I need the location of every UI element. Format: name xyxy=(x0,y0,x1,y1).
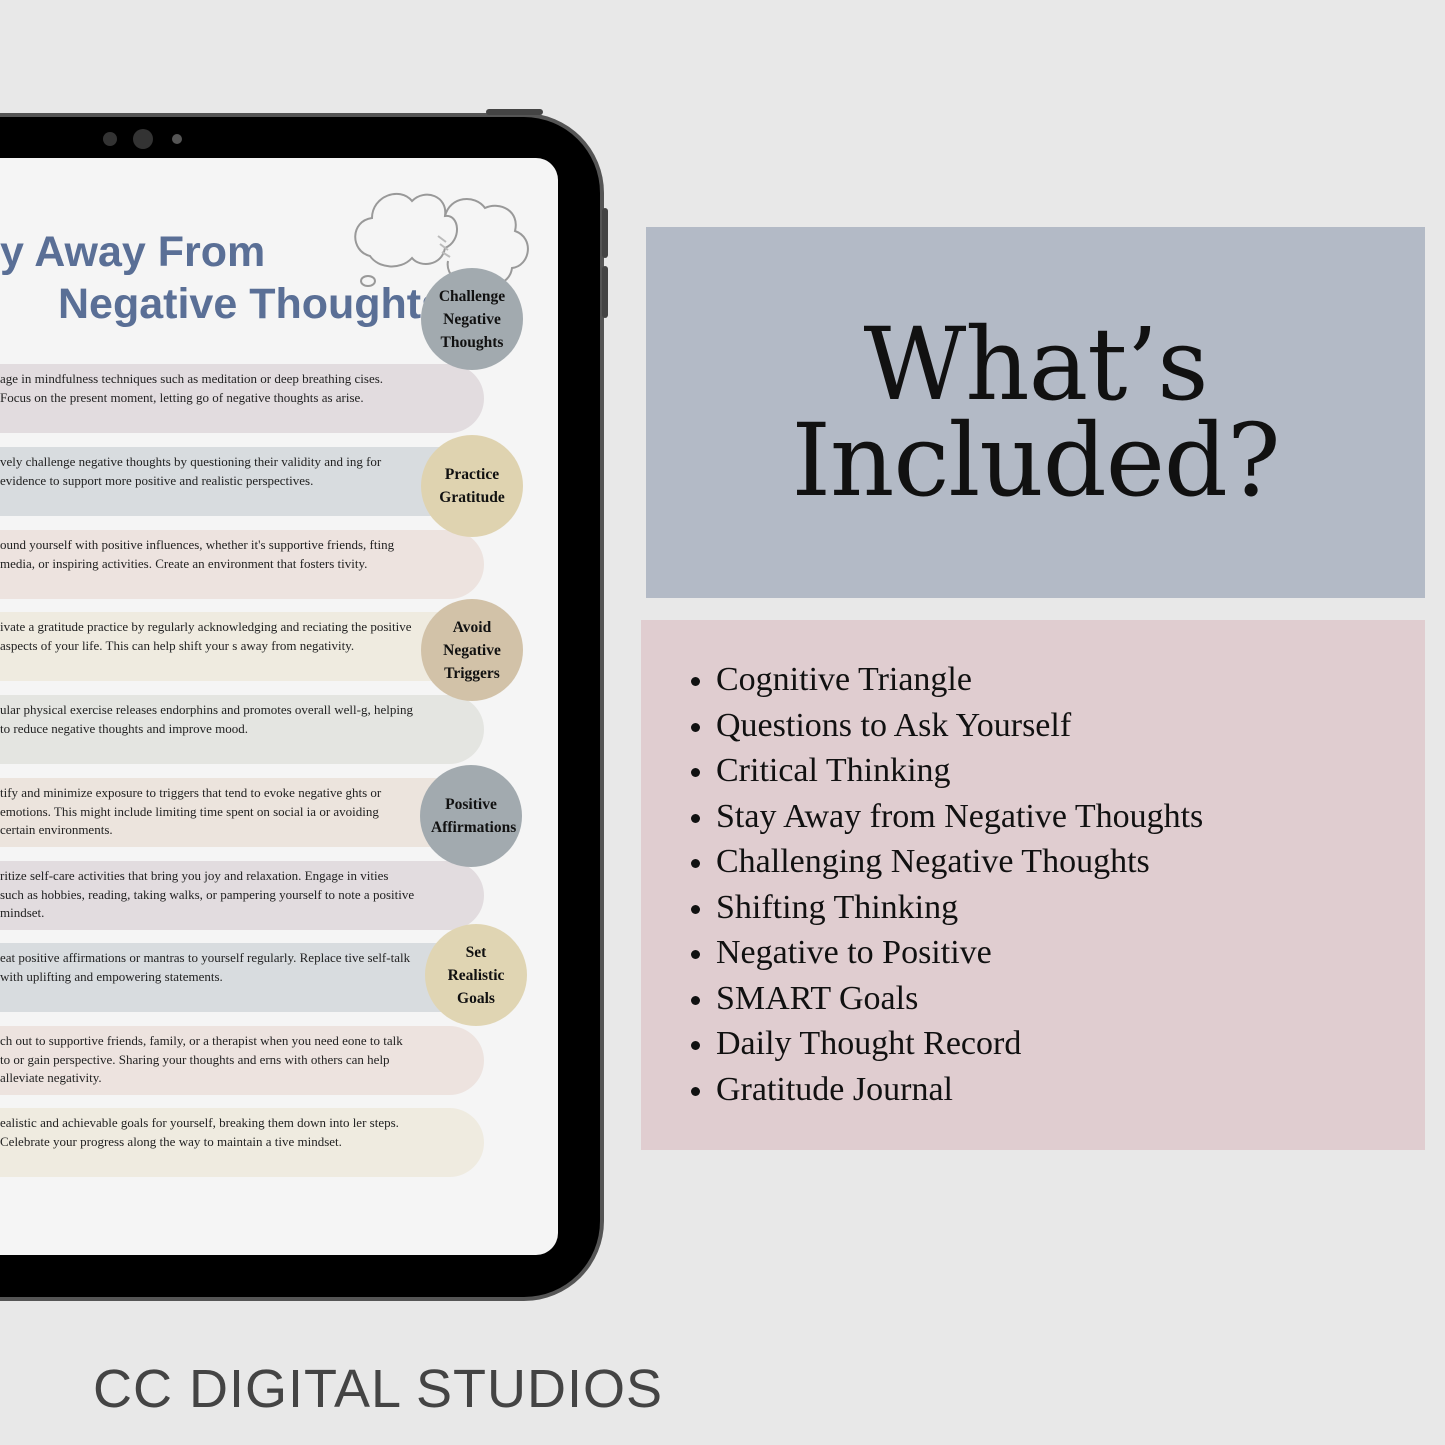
tip-text: vely challenge negative thoughts by ques… xyxy=(0,454,382,488)
camera-icon xyxy=(133,129,153,149)
page-title-line1: y Away From xyxy=(0,228,266,276)
included-list-item: Questions to Ask Yourself xyxy=(691,703,1406,749)
included-list-item: Stay Away from Negative Thoughts xyxy=(691,794,1406,840)
brand-name: CC DIGITAL STUDIOS xyxy=(93,1359,664,1419)
tip-text: ular physical exercise releases endorphi… xyxy=(0,702,413,736)
included-list-item: Critical Thinking xyxy=(691,748,1406,794)
included-list: Cognitive Triangle Questions to Ask Yours… xyxy=(691,657,1406,1113)
tip-badge-label: Challenge Negative Thoughts xyxy=(438,287,506,351)
included-list-item: Cognitive Triangle xyxy=(691,657,1406,703)
sensor-dot xyxy=(172,134,182,144)
included-list-item: SMART Goals xyxy=(691,976,1406,1022)
tip-badge-label: Practice Gratitude xyxy=(439,466,505,506)
tip-text: ound yourself with positive influences, … xyxy=(0,537,395,571)
tip-badge-label: Avoid Negative Triggers xyxy=(443,618,501,682)
tip-text: ritize self-care activities that bring y… xyxy=(0,868,415,920)
sensor-dot xyxy=(103,132,117,146)
volume-down-button xyxy=(602,266,608,318)
power-button xyxy=(486,109,543,115)
tip-row: vely challenge negative thoughts by ques… xyxy=(0,447,484,516)
included-list-item: Gratitude Journal xyxy=(691,1067,1406,1113)
tip-badge: Challenge Negative Thoughts xyxy=(421,268,523,370)
page-title-line2: Negative Thoughts xyxy=(58,280,446,328)
tip-row: ivate a gratitude practice by regularly … xyxy=(0,612,484,681)
whats-included-heading: What’s Included? xyxy=(791,305,1280,519)
tip-badge-label: Set Realistic Goals xyxy=(447,943,505,1007)
tip-text: eat positive affirmations or mantras to … xyxy=(0,950,411,984)
tip-badge: Positive Affirmations xyxy=(420,765,522,867)
tip-badge-label: Positive Affirmations xyxy=(431,796,517,836)
tip-row: ealistic and achievable goals for yourse… xyxy=(0,1108,484,1177)
tip-text: ivate a gratitude practice by regularly … xyxy=(0,619,412,653)
tip-text: tify and minimize exposure to triggers t… xyxy=(0,785,382,837)
volume-up-button xyxy=(602,208,608,258)
tip-row: tify and minimize exposure to triggers t… xyxy=(0,778,484,847)
included-list-item: Negative to Positive xyxy=(691,930,1406,976)
tip-text: ch out to supportive friends, family, or… xyxy=(0,1033,403,1085)
tip-badge: Practice Gratitude xyxy=(421,435,523,537)
tablet-screen: y Away From Negative Thoughts age in min… xyxy=(0,158,558,1255)
tip-text: age in mindfulness techniques such as me… xyxy=(0,371,384,405)
tip-row: ound yourself with positive influences, … xyxy=(0,530,484,599)
included-list-box: Cognitive Triangle Questions to Ask Yours… xyxy=(641,620,1425,1150)
included-list-item: Shifting Thinking xyxy=(691,885,1406,931)
tip-row: age in mindfulness techniques such as me… xyxy=(0,364,484,433)
tip-row: ch out to supportive friends, family, or… xyxy=(0,1026,484,1095)
included-list-item: Daily Thought Record xyxy=(691,1021,1406,1067)
tip-text: ealistic and achievable goals for yourse… xyxy=(0,1115,399,1149)
tip-badge: Set Realistic Goals xyxy=(425,924,527,1026)
tip-row: ular physical exercise releases endorphi… xyxy=(0,695,484,764)
included-list-item: Challenging Negative Thoughts xyxy=(691,839,1406,885)
tip-row: ritize self-care activities that bring y… xyxy=(0,861,484,930)
whats-included-heading-box: What’s Included? xyxy=(646,227,1425,598)
tip-row: eat positive affirmations or mantras to … xyxy=(0,943,484,1012)
tip-badge: Avoid Negative Triggers xyxy=(421,599,523,701)
